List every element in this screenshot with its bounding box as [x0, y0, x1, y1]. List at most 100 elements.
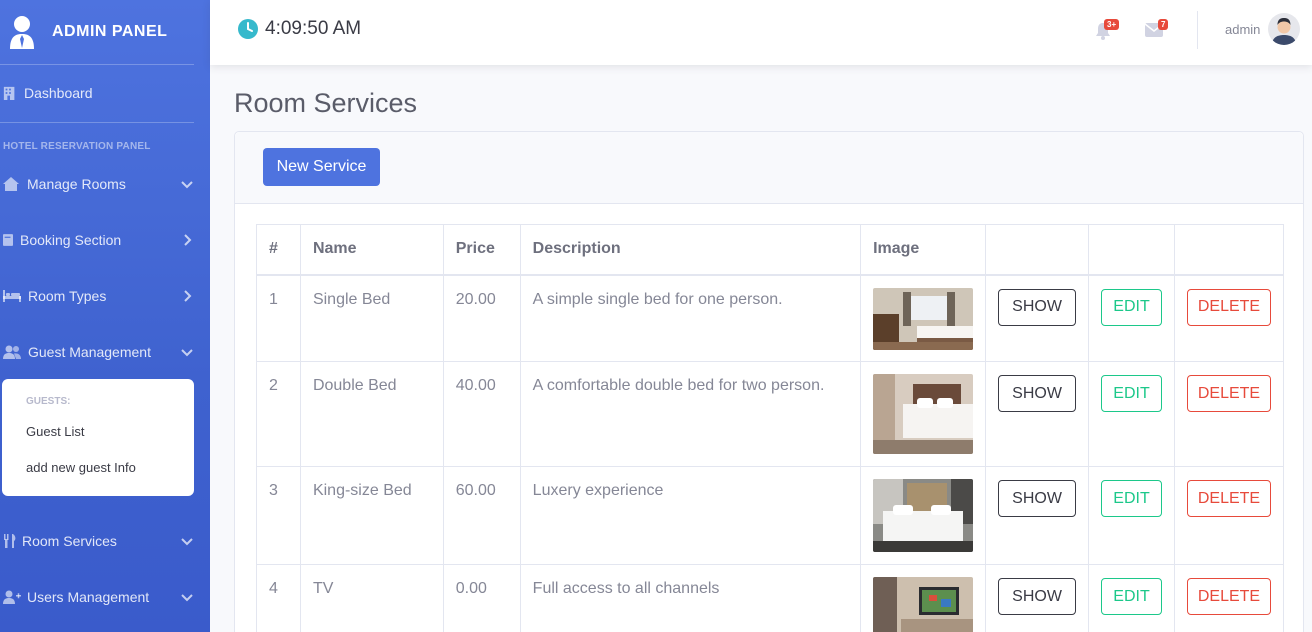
alerts-badge: 3+ — [1104, 19, 1120, 30]
table-row: 3 King-size Bed 60.00 Luxery experience — [256, 466, 1285, 565]
guests-submenu: GUESTS: Guest List add new guest Info — [2, 379, 194, 496]
table-row: 4 TV 0.00 Full access to all channels SH… — [256, 564, 1285, 632]
clock-time: 4:09:50 AM — [265, 18, 362, 39]
submenu-heading: GUESTS: — [26, 396, 71, 407]
show-button[interactable]: SHOW — [998, 375, 1077, 412]
cell-image — [860, 274, 987, 362]
submenu-link-guest-list[interactable]: Guest List — [26, 424, 85, 439]
cell-show: SHOW — [985, 466, 1090, 565]
cell-delete: DELETE — [1173, 564, 1285, 632]
show-button[interactable]: SHOW — [998, 480, 1077, 517]
cell-description: A comfortable double bed for two person. — [519, 361, 862, 467]
cell-id: 1 — [256, 274, 301, 362]
service-thumbnail — [873, 479, 974, 552]
cell-image — [860, 361, 987, 467]
delete-button[interactable]: DELETE — [1186, 375, 1271, 412]
clock-icon — [238, 19, 258, 39]
clock: 4:09:50 AM — [238, 18, 361, 40]
cell-price: 60.00 — [442, 466, 521, 565]
sidebar-item-label: Users Management — [27, 589, 150, 605]
sidebar-item-booking-section[interactable]: Booking Section — [3, 230, 210, 250]
col-header-number: # — [256, 224, 301, 276]
chevron-right-icon — [184, 234, 192, 246]
sidebar-item-manage-rooms[interactable]: Manage Rooms — [3, 174, 210, 194]
sidebar-item-room-services[interactable]: Room Services — [3, 531, 210, 551]
delete-button[interactable]: DELETE — [1186, 578, 1271, 615]
cell-description: Luxery experience — [519, 466, 862, 565]
col-header-image: Image — [860, 224, 987, 276]
cell-name: TV — [299, 564, 444, 632]
cell-name: Double Bed — [299, 361, 444, 467]
cell-image — [860, 466, 987, 565]
show-button[interactable]: SHOW — [998, 288, 1077, 326]
cell-show: SHOW — [985, 564, 1090, 632]
sidebar-item-users-management[interactable]: Users Management — [3, 587, 210, 607]
submenu-link-add-guest[interactable]: add new guest Info — [26, 460, 136, 475]
cell-edit: EDIT — [1088, 564, 1175, 632]
chevron-down-icon — [181, 594, 193, 602]
cell-delete: DELETE — [1173, 274, 1285, 362]
chevron-down-icon — [181, 349, 193, 357]
table-row: 2 Double Bed 40.00 A comfortable double … — [256, 361, 1285, 467]
delete-button[interactable]: DELETE — [1186, 480, 1271, 517]
cell-price: 20.00 — [442, 274, 521, 362]
card-header: New Service — [235, 132, 1303, 204]
users-icon — [3, 345, 21, 359]
user-plus-icon — [3, 590, 21, 604]
user-name[interactable]: admin — [1225, 22, 1260, 37]
table-header-row: # Name Price Description Image — [256, 224, 1285, 276]
edit-button[interactable]: EDIT — [1101, 480, 1163, 517]
cell-price: 40.00 — [442, 361, 521, 467]
cell-id: 2 — [256, 361, 301, 467]
cell-edit: EDIT — [1088, 274, 1175, 362]
cell-description: A simple single bed for one person. — [519, 274, 862, 362]
cell-name: Single Bed — [299, 274, 444, 362]
sidebar-item-dashboard[interactable]: Dashboard — [3, 85, 93, 101]
cell-price: 0.00 — [442, 564, 521, 632]
chevron-right-icon — [184, 290, 192, 302]
topbar-divider — [1197, 11, 1198, 49]
cell-edit: EDIT — [1088, 361, 1175, 467]
hotel-icon — [3, 177, 19, 191]
cell-show: SHOW — [985, 361, 1090, 467]
cell-id: 3 — [256, 466, 301, 565]
cell-delete: DELETE — [1173, 361, 1285, 467]
utensils-icon — [4, 534, 16, 548]
page-title: Room Services — [234, 88, 418, 118]
services-card: New Service # Name Price Description Ima… — [234, 131, 1304, 632]
edit-button[interactable]: EDIT — [1101, 288, 1163, 326]
edit-button[interactable]: EDIT — [1101, 375, 1163, 412]
col-header-price: Price — [442, 224, 521, 276]
sidebar-item-label: Manage Rooms — [27, 176, 126, 192]
cell-show: SHOW — [985, 274, 1090, 362]
alerts-button[interactable]: 3+ — [1094, 18, 1124, 44]
cell-image — [860, 564, 987, 632]
cell-delete: DELETE — [1173, 466, 1285, 565]
sidebar-divider — [0, 122, 194, 123]
building-icon — [3, 86, 15, 100]
chevron-down-icon — [181, 538, 193, 546]
col-header-name: Name — [299, 224, 444, 276]
topbar: 4:09:50 AM 3+ 7 admin — [210, 0, 1312, 65]
services-table: # Name Price Description Image 1 Single … — [256, 224, 1285, 632]
sidebar-item-room-types[interactable]: Room Types — [3, 286, 210, 306]
col-header-action — [985, 224, 1090, 276]
col-header-action — [1173, 224, 1285, 276]
col-header-description: Description — [519, 224, 862, 276]
messages-button[interactable]: 7 — [1145, 18, 1175, 44]
sidebar-item-guest-management[interactable]: Guest Management — [3, 342, 210, 362]
col-header-action — [1088, 224, 1175, 276]
avatar[interactable] — [1268, 13, 1300, 45]
edit-button[interactable]: EDIT — [1101, 578, 1163, 615]
book-icon — [3, 234, 13, 246]
bed-icon — [3, 290, 21, 302]
sidebar-item-label: Guest Management — [28, 344, 151, 360]
new-service-button[interactable]: New Service — [263, 148, 380, 186]
cell-edit: EDIT — [1088, 466, 1175, 565]
delete-button[interactable]: DELETE — [1186, 288, 1271, 326]
sidebar-heading: HOTEL RESERVATION PANEL — [3, 141, 151, 152]
service-thumbnail — [873, 374, 974, 454]
brand[interactable]: ADMIN PANEL — [0, 0, 194, 65]
service-thumbnail — [873, 287, 974, 350]
show-button[interactable]: SHOW — [998, 578, 1077, 615]
